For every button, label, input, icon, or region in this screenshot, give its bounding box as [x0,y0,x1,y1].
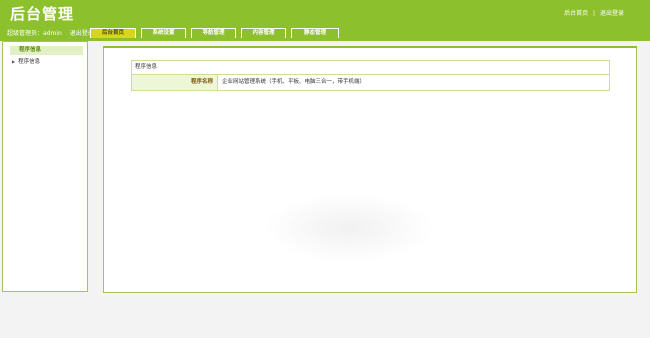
sidebar-item-label: 程序信息 [18,59,41,65]
main-content: 程序信息 程序名称 企业网站管理系统（手机、平板、电脑三合一，带手机端） [103,46,637,293]
sidebar: 程序信息 ▶ 程序信息 [2,41,88,292]
header-bar: 后台管理 后台首页 | 退出登录 超级管理员：admin 退出登录 后台首页 系… [0,0,650,41]
tab-static[interactable]: 静态管理 [291,28,339,38]
sidebar-item-program-info[interactable]: ▶ 程序信息 [12,57,40,65]
row-label: 程序名称 [132,75,218,90]
main-top-border [103,46,637,48]
main-tabs: 后台首页 系统设置 导航管理 内容管理 静态管理 [90,28,344,39]
background-watermark [264,193,434,263]
header-links: 后台首页 | 退出登录 [564,8,624,17]
tab-content[interactable]: 内容管理 [241,28,286,38]
home-link[interactable]: 后台首页 [564,10,588,17]
chevron-right-icon: ▶ [12,59,16,64]
table-title: 程序信息 [132,61,609,75]
logout-link[interactable]: 退出登录 [600,10,624,17]
user-info: 超级管理员：admin 退出登录 [7,28,94,37]
logo-text: 后台管理 [10,5,75,23]
tab-navigation[interactable]: 导航管理 [191,28,236,38]
tab-home[interactable]: 后台首页 [90,28,136,38]
sidebar-heading: 程序信息 [10,46,83,55]
tab-system-settings[interactable]: 系统设置 [141,28,186,38]
row-value: 企业网站管理系统（手机、平板、电脑三合一，带手机端） [222,79,366,85]
link-separator: | [593,10,596,17]
user-label: 超级管理员：admin [7,30,62,37]
program-info-table: 程序信息 程序名称 企业网站管理系统（手机、平板、电脑三合一，带手机端） [131,60,610,91]
table-row: 程序名称 企业网站管理系统（手机、平板、电脑三合一，带手机端） [132,75,609,90]
